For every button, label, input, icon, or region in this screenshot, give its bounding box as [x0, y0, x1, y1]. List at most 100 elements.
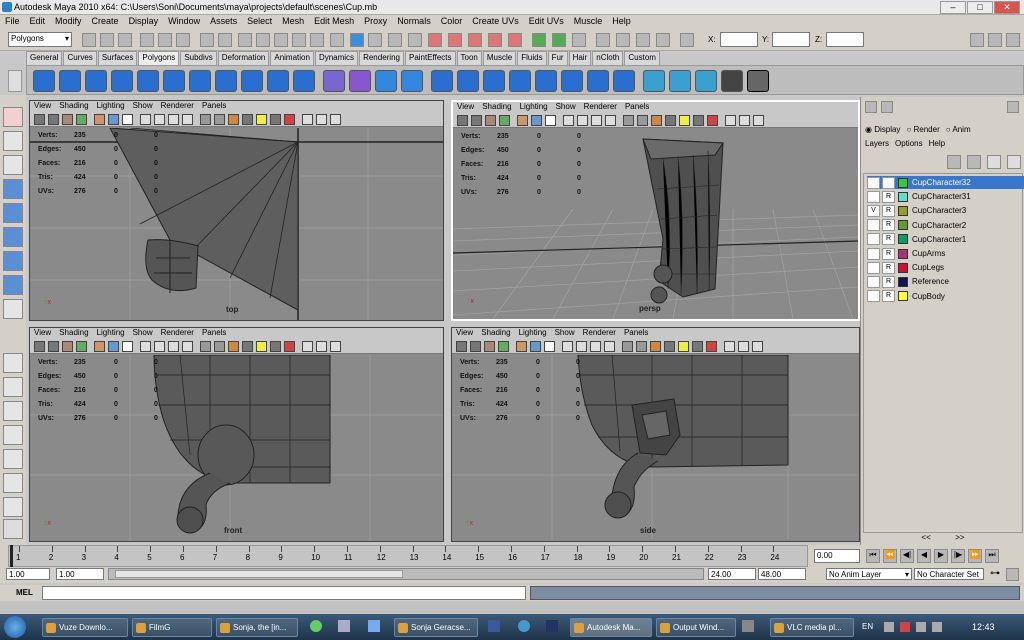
smooth-shade-icon[interactable] — [577, 115, 588, 126]
grid-icon[interactable] — [94, 341, 105, 352]
shadows-icon[interactable] — [214, 114, 225, 125]
viewport-canvas[interactable]: Verts: 235 0 0 Edges: 450 0 0 Faces: 216 0 0 Tris… — [30, 127, 443, 320]
poly-sphere-icon[interactable] — [33, 70, 55, 92]
default-lighting-icon[interactable] — [284, 114, 295, 125]
display-radio[interactable]: ◉ Display — [865, 125, 900, 134]
xray-icon[interactable] — [242, 341, 253, 352]
move-layer-up-icon[interactable] — [987, 155, 1001, 169]
layer-row[interactable]: R CupLegs — [867, 261, 1024, 274]
shelf-tab-curves[interactable]: Curves — [63, 51, 97, 65]
panel-menu-view[interactable]: View — [34, 328, 51, 340]
show-manipulator-icon[interactable] — [3, 275, 23, 295]
panel-menu-show[interactable]: Show — [556, 102, 576, 114]
snap-curve-icon[interactable] — [256, 33, 270, 47]
smooth-icon[interactable] — [401, 70, 423, 92]
muscle-logo-icon[interactable] — [3, 519, 23, 539]
channel-box-icon[interactable] — [1006, 33, 1020, 47]
sculpt-3-icon[interactable] — [468, 33, 482, 47]
attribute-editor-icon[interactable] — [970, 33, 984, 47]
character-set-dropdown[interactable]: No Character Set — [914, 568, 984, 580]
layer-row[interactable]: R CupBody — [867, 290, 1024, 303]
lights-icon[interactable] — [623, 115, 634, 126]
layer-row[interactable]: R CupCharacter31 — [867, 190, 1024, 203]
menu-muscle[interactable]: Muscle — [569, 15, 608, 29]
poly-cylinder-icon[interactable] — [85, 70, 107, 92]
magnet-icon[interactable] — [408, 33, 422, 47]
current-time-marker[interactable] — [10, 545, 13, 567]
anim-radio[interactable]: ○ Anim — [946, 125, 971, 134]
isolate-icon[interactable] — [650, 341, 661, 352]
layer-reference-toggle[interactable]: R — [882, 261, 895, 274]
default-lighting-icon[interactable] — [707, 115, 718, 126]
xray-icon[interactable] — [665, 115, 676, 126]
layer-color-swatch[interactable] — [898, 291, 908, 302]
layer-color-swatch[interactable] — [898, 276, 908, 287]
taskbar-item-active[interactable]: Autodesk Ma... — [570, 618, 652, 637]
camera-attr-icon[interactable] — [470, 341, 481, 352]
shelf-tab-custom[interactable]: Custom — [624, 51, 660, 65]
wireframe-icon[interactable] — [562, 341, 573, 352]
x-field[interactable] — [720, 32, 758, 47]
layer-row[interactable]: R CupArms — [867, 247, 1024, 260]
layer-visibility-toggle[interactable] — [867, 261, 880, 274]
menu-modify[interactable]: Modify — [50, 15, 87, 29]
taskbar-item[interactable]: FilmG — [132, 618, 212, 637]
extrude-icon[interactable] — [431, 70, 453, 92]
start-button[interactable] — [4, 616, 26, 638]
channel-box-toggle-icon[interactable] — [865, 101, 877, 113]
safe-action-icon[interactable] — [738, 341, 749, 352]
shelf-tab-dynamics[interactable]: Dynamics — [314, 51, 359, 65]
move-layer-down-icon[interactable] — [1007, 155, 1021, 169]
hq-render-icon[interactable] — [692, 341, 703, 352]
hq-render-icon[interactable] — [270, 114, 281, 125]
resolution-gate-icon[interactable] — [122, 341, 133, 352]
default-lighting-icon[interactable] — [284, 341, 295, 352]
wireframe-on-shaded-icon[interactable] — [168, 114, 179, 125]
hypershade-icon[interactable] — [656, 33, 670, 47]
new-layer-selected-icon[interactable] — [967, 155, 981, 169]
wireframe-on-shaded-icon[interactable] — [590, 341, 601, 352]
render-settings-icon[interactable] — [596, 33, 610, 47]
single-perspective-layout-icon[interactable] — [3, 353, 23, 373]
transform-input-icon[interactable] — [680, 33, 694, 47]
textured-icon[interactable] — [605, 115, 616, 126]
time-ruler[interactable]: 1 2 3 4 5 6 7 8 9 10 11 12 13 14 15 16 17 18 19 20 21 22 23 24 — [8, 545, 808, 567]
safe-title-icon[interactable] — [753, 115, 764, 126]
layer-row[interactable]: V R CupCharacter3 — [867, 204, 1024, 217]
layer-reference-toggle[interactable]: R — [882, 290, 895, 303]
xray-icon[interactable] — [242, 114, 253, 125]
wireframe-icon[interactable] — [140, 341, 151, 352]
camera-attr-icon[interactable] — [48, 341, 59, 352]
layer-color-swatch[interactable] — [898, 177, 908, 188]
safe-title-icon[interactable] — [752, 341, 763, 352]
menu-set-dropdown[interactable]: Polygons ▾ — [8, 32, 72, 47]
poly-helix-icon[interactable] — [267, 70, 289, 92]
layer-color-swatch[interactable] — [898, 205, 908, 216]
panel-menu-renderer[interactable]: Renderer — [161, 328, 194, 340]
safe-title-icon[interactable] — [330, 114, 341, 125]
outliner-icon[interactable] — [572, 33, 586, 47]
panel-menu-panels[interactable]: Panels — [202, 101, 226, 113]
start-time-field[interactable]: 1.00 — [6, 568, 50, 580]
viewport-canvas[interactable]: Verts: 235 0 0 Edges: 450 0 0 Faces: 216 0 0 Tris… — [453, 129, 858, 319]
offset-edge-loop-icon[interactable] — [561, 70, 583, 92]
shadows-icon[interactable] — [636, 341, 647, 352]
layer-reference-toggle[interactable]: R — [882, 247, 895, 260]
key-icon[interactable]: ⊶ — [990, 568, 1000, 579]
mel-label[interactable]: MEL — [16, 588, 33, 597]
safe-frame-icon[interactable] — [724, 341, 735, 352]
panel-menu-lighting[interactable]: Lighting — [520, 102, 548, 114]
shadows-icon[interactable] — [214, 341, 225, 352]
playback-start-field[interactable]: 1.00 — [56, 568, 104, 580]
uv-editor-icon[interactable] — [747, 70, 769, 92]
viewport-side[interactable]: View Shading Lighting Show Renderer Pane… — [451, 327, 860, 542]
film-gate-icon[interactable] — [108, 114, 119, 125]
bridge-icon[interactable] — [457, 70, 479, 92]
tool-settings-icon[interactable] — [988, 33, 1002, 47]
help-menu[interactable]: Help — [929, 139, 945, 148]
poly-torus-icon[interactable] — [163, 70, 185, 92]
lasso-tool-icon[interactable] — [3, 131, 23, 151]
end-time-field[interactable]: 48.00 — [758, 568, 806, 580]
wireframe-on-shaded-icon[interactable] — [168, 341, 179, 352]
camera-attr-icon[interactable] — [48, 114, 59, 125]
